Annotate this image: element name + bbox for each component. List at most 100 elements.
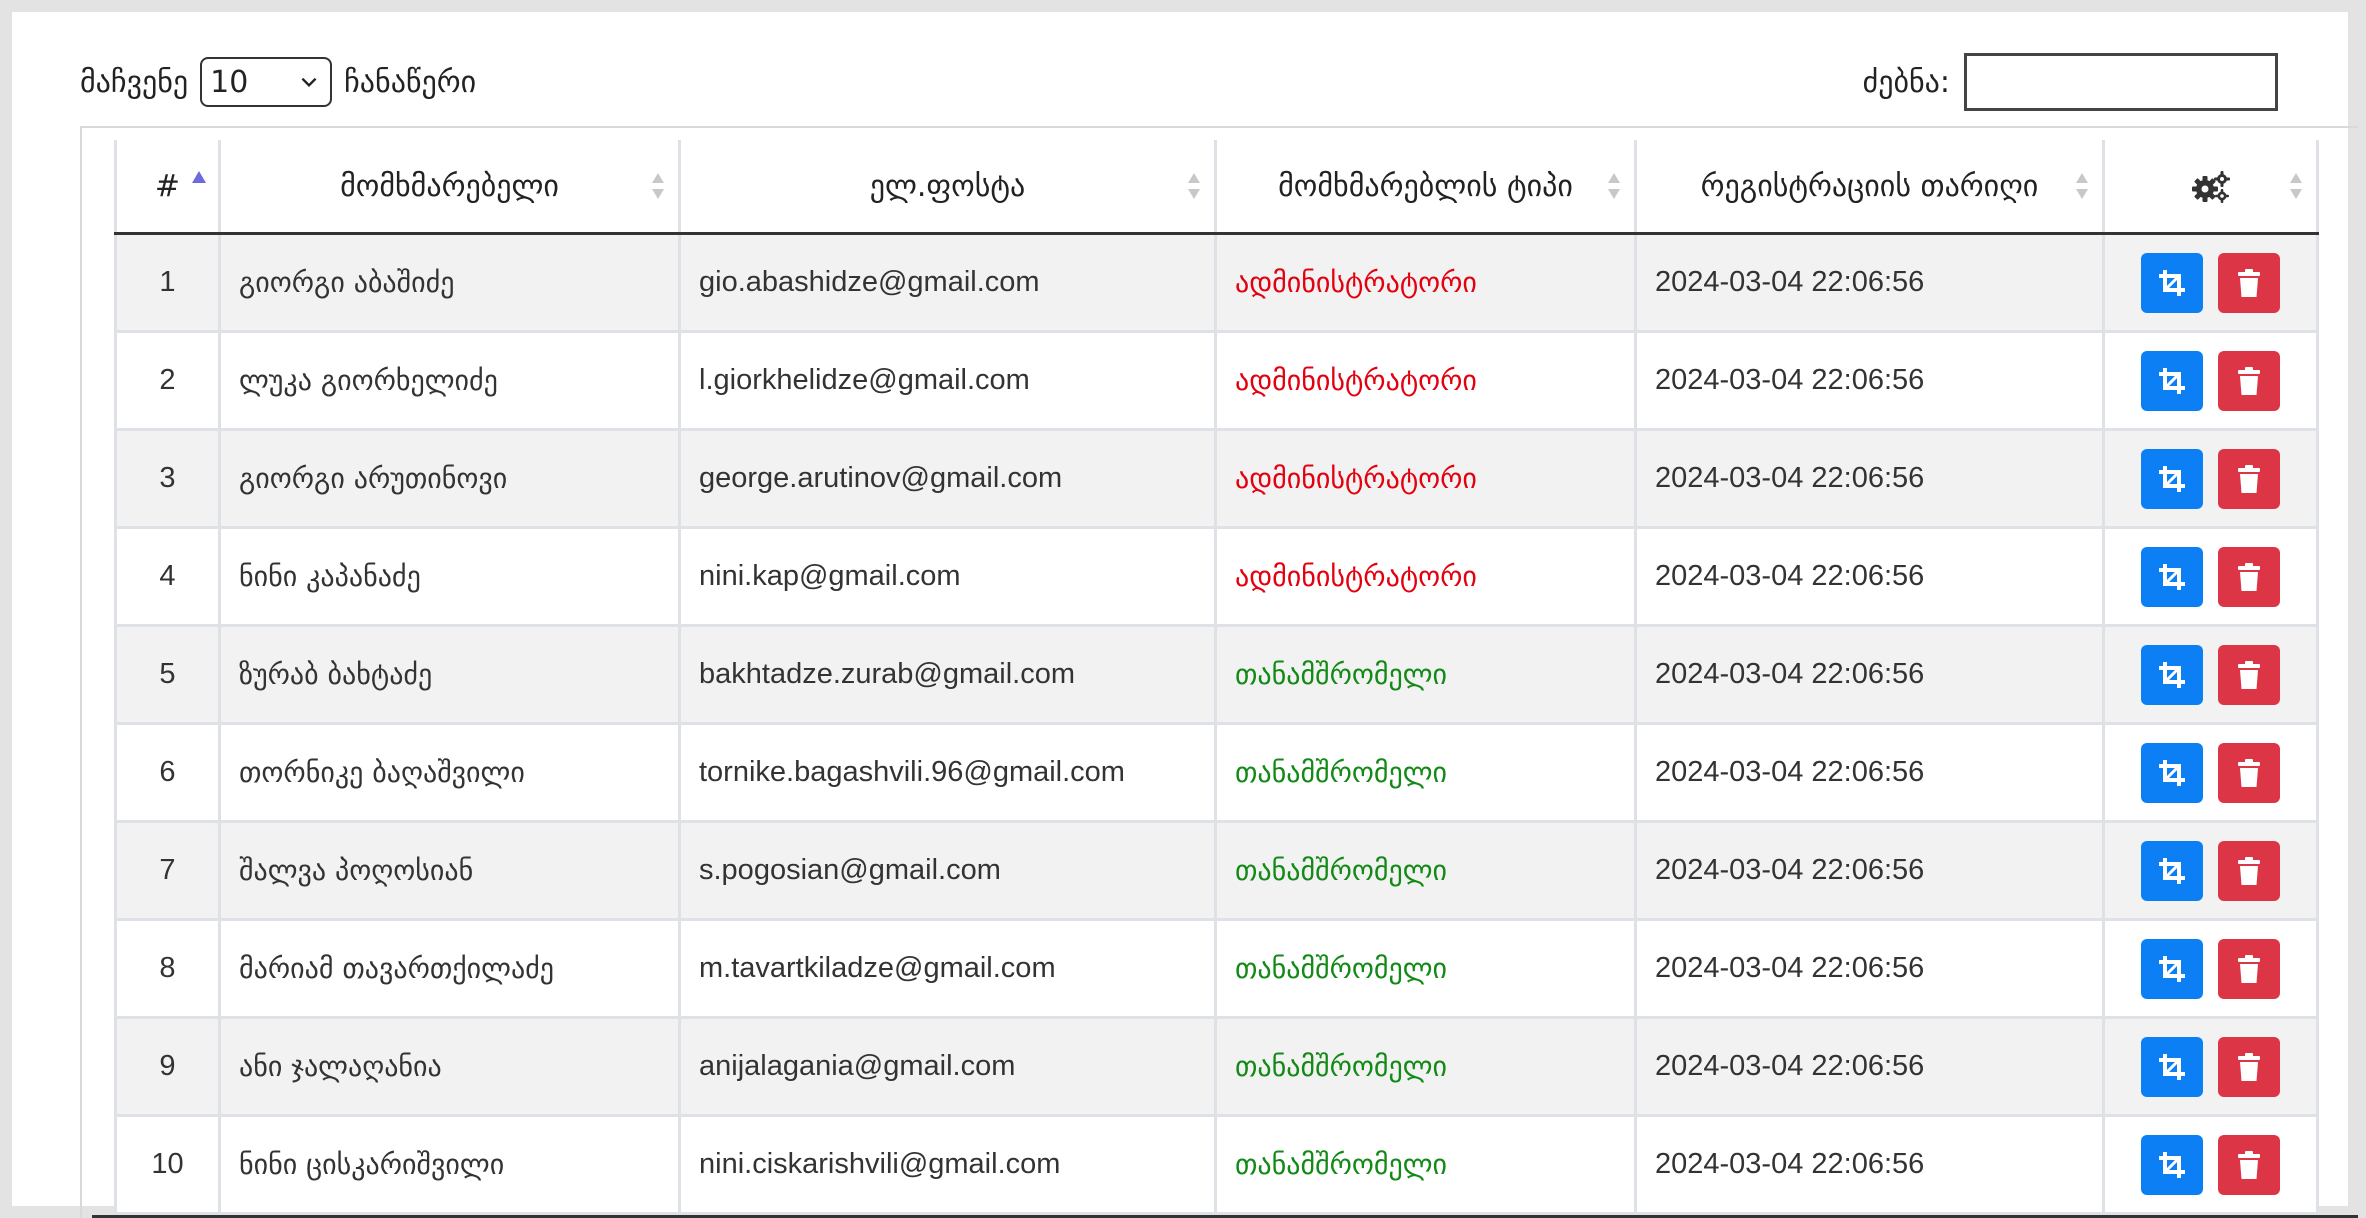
gears-icon (2191, 170, 2230, 203)
table-row[interactable]: 10 ნინი ცისკარიშვილი nini.ciskarishvili@… (114, 1114, 2319, 1215)
delete-button[interactable] (2217, 448, 2280, 509)
crop-edit-icon (2159, 269, 2186, 296)
content-panel: მაჩვენე 10 ჩანაწერი ძებნა: # მომხმარებელ… (12, 12, 2358, 1218)
delete-button[interactable] (2217, 350, 2280, 411)
edit-button[interactable] (2141, 448, 2204, 509)
edit-button[interactable] (2141, 644, 2204, 705)
cell-email: george.arutinov@gmail.com (678, 428, 1217, 529)
column-header-number[interactable]: # (114, 140, 221, 235)
cell-email: tornike.bagashvili.96@gmail.com (678, 722, 1217, 823)
cell-user-type: ადმინისტრატორი (1214, 232, 1637, 333)
cell-email: l.giorkhelidze@gmail.com (678, 330, 1217, 431)
edit-button[interactable] (2141, 546, 2204, 607)
cell-actions (2102, 918, 2319, 1019)
column-header-label: # (154, 168, 181, 204)
edit-button[interactable] (2141, 350, 2204, 411)
sort-arrows-icon (2290, 173, 2302, 199)
column-header-email[interactable]: ელ.ფოსტა (678, 140, 1217, 235)
page-length-select[interactable]: 10 (200, 57, 333, 107)
edit-button[interactable] (2141, 742, 2204, 803)
cell-email: bakhtadze.zurab@gmail.com (678, 624, 1217, 725)
cell-number: 6 (114, 722, 221, 823)
edit-button[interactable] (2141, 938, 2204, 999)
table-row[interactable]: 2 ლუკა გიორხელიძე l.giorkhelidze@gmail.c… (114, 330, 2319, 431)
edit-button[interactable] (2141, 840, 2204, 901)
table-row[interactable]: 7 შალვა პოღოსიან s.pogosian@gmail.com თა… (114, 820, 2319, 921)
cell-number: 2 (114, 330, 221, 431)
column-header-label: ელ.ფოსტა (869, 168, 1026, 204)
sort-arrows-icon (2076, 173, 2088, 199)
table-row[interactable]: 8 მარიამ თავართქილაძე m.tavartkiladze@gm… (114, 918, 2319, 1019)
trash-icon (2237, 562, 2260, 591)
column-header-user-type[interactable]: მომხმარებლის ტიპი (1214, 140, 1637, 235)
table-row[interactable]: 1 გიორგი აბაშიძე gio.abashidze@gmail.com… (114, 232, 2319, 333)
crop-edit-icon (2159, 1151, 2186, 1178)
crop-edit-icon (2159, 661, 2186, 688)
cell-registration-date: 2024-03-04 22:06:56 (1634, 1016, 2105, 1117)
cell-actions (2102, 330, 2319, 431)
table-body: 1 გიორგი აბაშიძე gio.abashidze@gmail.com… (114, 232, 2319, 1215)
cell-registration-date: 2024-03-04 22:06:56 (1634, 232, 2105, 333)
delete-button[interactable] (2217, 1134, 2280, 1195)
delete-button[interactable] (2217, 938, 2280, 999)
cell-email: s.pogosian@gmail.com (678, 820, 1217, 921)
column-header-registration-date[interactable]: რეგისტრაციის თარიღი (1634, 140, 2105, 235)
cell-email: nini.ciskarishvili@gmail.com (678, 1114, 1217, 1215)
column-header-label: მომხმარებლის ტიპი (1278, 168, 1573, 204)
cell-user-name: ზურაბ ბახტაძე (218, 624, 681, 725)
delete-button[interactable] (2217, 742, 2280, 803)
cell-email: gio.abashidze@gmail.com (678, 232, 1217, 333)
sort-arrows-icon (1608, 173, 1620, 199)
cell-user-name: ლუკა გიორხელიძე (218, 330, 681, 431)
crop-edit-icon (2159, 857, 2186, 884)
delete-button[interactable] (2217, 644, 2280, 705)
table-container: # მომხმარებელი ელ.ფოსტა მომხმარებლის ტიპ… (80, 126, 2358, 1218)
cell-registration-date: 2024-03-04 22:06:56 (1634, 526, 2105, 627)
table-row[interactable]: 4 ნინი კაპანაძე nini.kap@gmail.com ადმინ… (114, 526, 2319, 627)
column-header-label: მომხმარებელი (340, 168, 559, 204)
cell-actions (2102, 232, 2319, 333)
edit-button[interactable] (2141, 1036, 2204, 1097)
page-length-control: მაჩვენე 10 ჩანაწერი (80, 54, 476, 110)
table-row[interactable]: 9 ანი ჯალაღანია anijalagania@gmail.com თ… (114, 1016, 2319, 1117)
delete-button[interactable] (2217, 252, 2280, 313)
trash-icon (2237, 464, 2260, 493)
edit-button[interactable] (2141, 252, 2204, 313)
cell-user-name: გიორგი არუთინოვი (218, 428, 681, 529)
cell-registration-date: 2024-03-04 22:06:56 (1634, 330, 2105, 431)
cell-number: 1 (114, 232, 221, 333)
delete-button[interactable] (2217, 840, 2280, 901)
cell-actions (2102, 1114, 2319, 1215)
cell-number: 8 (114, 918, 221, 1019)
edit-button[interactable] (2141, 1134, 2204, 1195)
cell-email: anijalagania@gmail.com (678, 1016, 1217, 1117)
column-header-actions[interactable] (2102, 140, 2319, 235)
trash-icon (2237, 1150, 2260, 1179)
entries-label: ჩანაწერი (344, 64, 477, 100)
sort-ascending-icon (192, 171, 206, 183)
cell-registration-date: 2024-03-04 22:06:56 (1634, 428, 2105, 529)
search-label: ძებნა: (1862, 64, 1950, 100)
cell-user-type: ადმინისტრატორი (1214, 330, 1637, 431)
cell-number: 4 (114, 526, 221, 627)
cell-user-type: თანამშრომელი (1214, 624, 1637, 725)
table-row[interactable]: 6 თორნიკე ბაღაშვილი tornike.bagashvili.9… (114, 722, 2319, 823)
search-control: ძებნა: (1863, 50, 2278, 114)
search-input[interactable] (1964, 53, 2278, 111)
cell-email: m.tavartkiladze@gmail.com (678, 918, 1217, 1019)
column-header-user[interactable]: მომხმარებელი (218, 140, 681, 235)
delete-button[interactable] (2217, 1036, 2280, 1097)
cell-user-type: თანამშრომელი (1214, 1114, 1637, 1215)
table-row[interactable]: 3 გიორგი არუთინოვი george.arutinov@gmail… (114, 428, 2319, 529)
crop-edit-icon (2159, 1053, 2186, 1080)
delete-button[interactable] (2217, 546, 2280, 607)
cell-actions (2102, 820, 2319, 921)
table-row[interactable]: 5 ზურაბ ბახტაძე bakhtadze.zurab@gmail.co… (114, 624, 2319, 725)
trash-icon (2237, 856, 2260, 885)
cell-actions (2102, 1016, 2319, 1117)
cell-actions (2102, 624, 2319, 725)
cell-actions (2102, 526, 2319, 627)
cell-user-name: ნინი კაპანაძე (218, 526, 681, 627)
sort-arrows-icon (652, 173, 664, 199)
trash-icon (2237, 366, 2260, 395)
